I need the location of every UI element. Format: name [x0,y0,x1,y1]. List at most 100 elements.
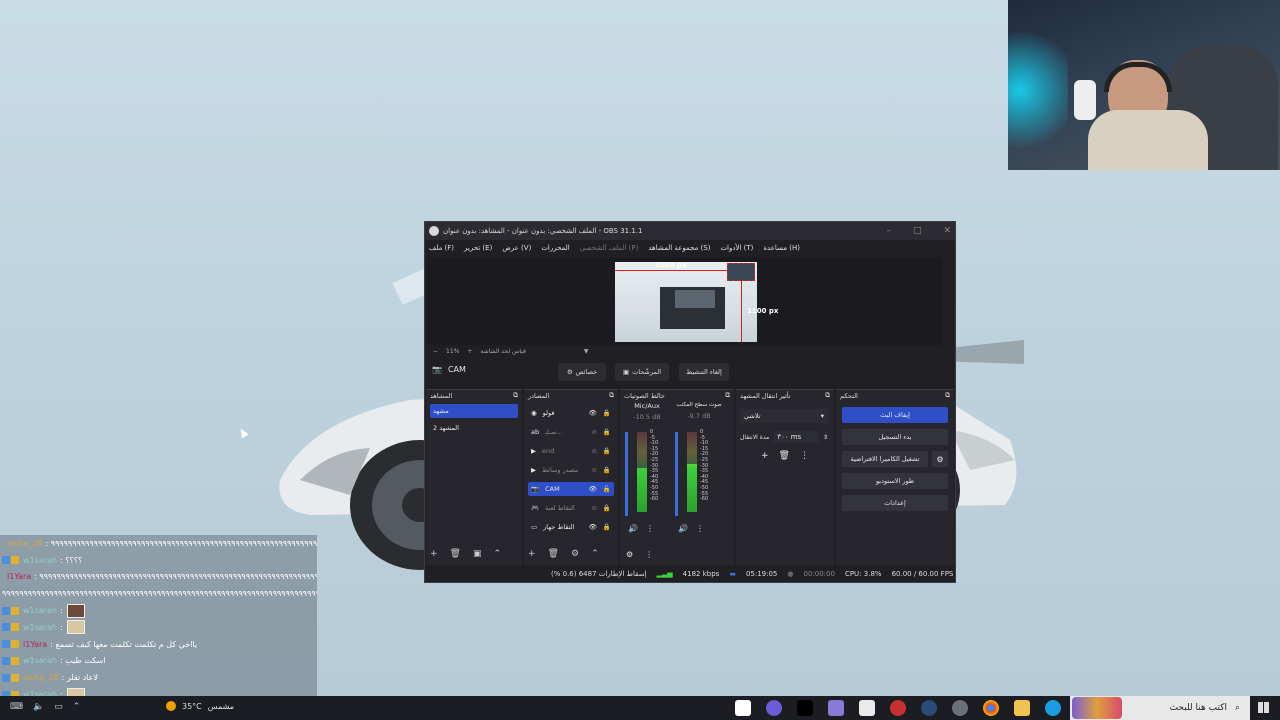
preview-cam-source[interactable] [727,263,755,281]
duration-input[interactable]: ٣٠٠ ms [773,431,819,443]
mic-volume-fader[interactable] [625,432,628,516]
source-item[interactable]: ▶ مصدر وسائط ⊘ 🔒 [528,463,614,477]
settings-app-icon[interactable] [952,700,968,716]
spinner-icon[interactable]: ⇕ [823,434,828,441]
remove-scene-icon[interactable]: 🗑 [450,549,461,559]
filters-button[interactable]: ▣ المرشّحات [615,363,669,381]
start-recording-button[interactable]: بدء التسجيل [842,429,948,445]
move-up-icon[interactable]: ⌃ [494,549,502,559]
chevron-up-icon[interactable]: ⌃ [73,702,81,712]
visibility-eye-icon[interactable]: 👁 [589,523,597,531]
source-item[interactable]: ▶ end ⊘ 🔒 [528,444,614,458]
calculator-icon[interactable] [859,700,875,716]
properties-button[interactable]: ⚙ خصائص [558,363,606,381]
subscriber-badge-icon [2,606,10,615]
scene-item[interactable]: مشهد [430,404,518,418]
lock-icon[interactable]: 🔒 [603,428,611,436]
visibility-hidden-icon[interactable]: ⊘ [591,504,596,512]
dock-undock-icon[interactable]: ⧉ [945,391,950,400]
more-options-icon[interactable]: ⋮ [800,451,809,461]
dock-undock-icon[interactable]: ⧉ [609,391,614,400]
source-item[interactable]: 🎮 التقاط لعبة ⊘ 🔒 [528,501,614,515]
more-options-icon[interactable]: ⋮ [645,550,653,559]
obs-window-title: الملف الشخصي: بدون عنوان - المشاهد: بدون… [443,227,643,235]
discord-icon[interactable] [766,700,782,716]
remove-source-icon[interactable]: 🗑 [548,549,559,559]
obs-taskbar-icon[interactable] [890,700,906,716]
zoom-in-icon[interactable]: + [467,348,472,355]
lock-icon[interactable]: 🔒 [603,447,611,455]
speaker-icon[interactable]: 🔊 [628,524,638,533]
obs-titlebar[interactable]: الملف الشخصي: بدون عنوان - المشاهد: بدون… [425,222,955,240]
controller-icon[interactable] [828,700,844,716]
menu-file[interactable]: ملف (F) [429,244,454,252]
unlock-icon[interactable]: 🔓 [603,485,611,493]
chrome-icon[interactable] [983,700,999,716]
dock-undock-icon[interactable]: ⧉ [513,391,518,400]
visibility-eye-icon[interactable]: 👁 [589,409,597,417]
dock-undock-icon[interactable]: ⧉ [725,391,730,400]
lock-icon[interactable]: 🔒 [603,504,611,512]
capcut-icon[interactable] [735,700,751,716]
source-item-selected[interactable]: 📷 CAM 👁 🔓 [528,482,614,496]
deactivate-button[interactable]: إلغاء التنشيط [679,363,729,381]
transition-select[interactable]: تلاشي ▾ [740,409,828,423]
dock-undock-icon[interactable]: ⧉ [825,391,830,400]
visibility-hidden-icon[interactable]: ⊘ [591,466,596,474]
menu-view[interactable]: عرض (V) [502,244,531,252]
source-item[interactable]: ▭ التقاط جهاز 👁 🔒 [528,520,614,534]
desktop-volume-fader[interactable] [675,432,678,516]
menu-profile[interactable]: الملف الشخصي (P) [580,244,639,252]
stop-streaming-button[interactable]: إيقاف البث [842,407,948,423]
visibility-hidden-icon[interactable]: ⊘ [591,428,596,436]
mixer-settings-icon[interactable]: ⚙ [626,550,633,559]
program-preview[interactable]: 2020 px [615,261,757,342]
visibility-hidden-icon[interactable]: ⊘ [591,447,596,455]
steam-icon[interactable] [921,700,937,716]
add-scene-icon[interactable]: + [430,549,438,559]
add-source-icon[interactable]: + [528,549,536,559]
zoom-out-icon[interactable]: − [433,348,438,355]
start-virtual-camera-button[interactable]: تشغيل الكاميرا الافتراضية [842,451,928,467]
transitions-dock-header: تأثير انتقال المشهد ⧉ [736,390,834,401]
menu-edit[interactable]: تحرير (E) [464,244,492,252]
speaker-icon[interactable]: 🔊 [678,524,688,533]
minimize-icon[interactable]: – [886,226,891,236]
menu-tools[interactable]: الأدوات (T) [720,244,753,252]
windows-start-icon[interactable] [1258,702,1269,713]
add-transition-icon[interactable]: + [761,451,769,461]
menu-scene-collection[interactable]: مجموعة المشاهد (S) [648,244,710,252]
zoom-dropdown-icon[interactable]: ▼ [584,348,589,355]
settings-button[interactable]: إعدادات [842,495,948,511]
edge-icon[interactable] [1045,700,1061,716]
maximize-icon[interactable]: □ [913,226,922,236]
audio-mixer-dock: خالط الصوتيات ⧉ Mic/Aux -10.5 dB صوت سطح… [620,389,734,565]
file-explorer-icon[interactable] [1014,700,1030,716]
app-icon[interactable] [797,700,813,716]
studio-mode-button[interactable]: طور الاستوديو [842,473,948,489]
source-item[interactable]: ◉ فولو 👁 🔒 [528,406,614,420]
preview-area[interactable]: 2020 px 1100 px [427,257,943,345]
remove-transition-icon[interactable]: 🗑 [779,451,790,461]
keyboard-icon[interactable]: ⌨ [10,702,23,712]
visibility-eye-icon[interactable]: 👁 [589,485,597,493]
close-icon[interactable]: ✕ [943,226,951,236]
gear-icon[interactable]: ⚙ [932,451,948,467]
menu-docks[interactable]: المحررات [541,244,569,252]
scene-filters-icon[interactable]: ▣ [473,549,482,559]
source-properties-icon[interactable]: ⚙ [571,549,579,559]
source-item[interactable]: ab سـلـ... ⊘ 🔒 [528,425,614,439]
more-options-icon[interactable]: ⋮ [646,524,654,533]
menu-help[interactable]: مساعدة (H) [763,244,800,252]
weather-widget[interactable]: 35°C مشمس [166,701,234,711]
move-up-icon[interactable]: ⌃ [591,549,599,559]
zoom-fit-label[interactable]: قياس لحد الشاشة [480,348,525,355]
network-icon[interactable]: ▭ [54,702,63,712]
scene-item[interactable]: المشهد 2 [430,421,518,435]
lock-icon[interactable]: 🔒 [603,409,611,417]
zoom-level: 11% [446,348,460,355]
volume-icon[interactable]: 🔈 [33,702,44,712]
more-options-icon[interactable]: ⋮ [696,524,704,533]
lock-icon[interactable]: 🔒 [603,523,611,531]
lock-icon[interactable]: 🔒 [603,466,611,474]
